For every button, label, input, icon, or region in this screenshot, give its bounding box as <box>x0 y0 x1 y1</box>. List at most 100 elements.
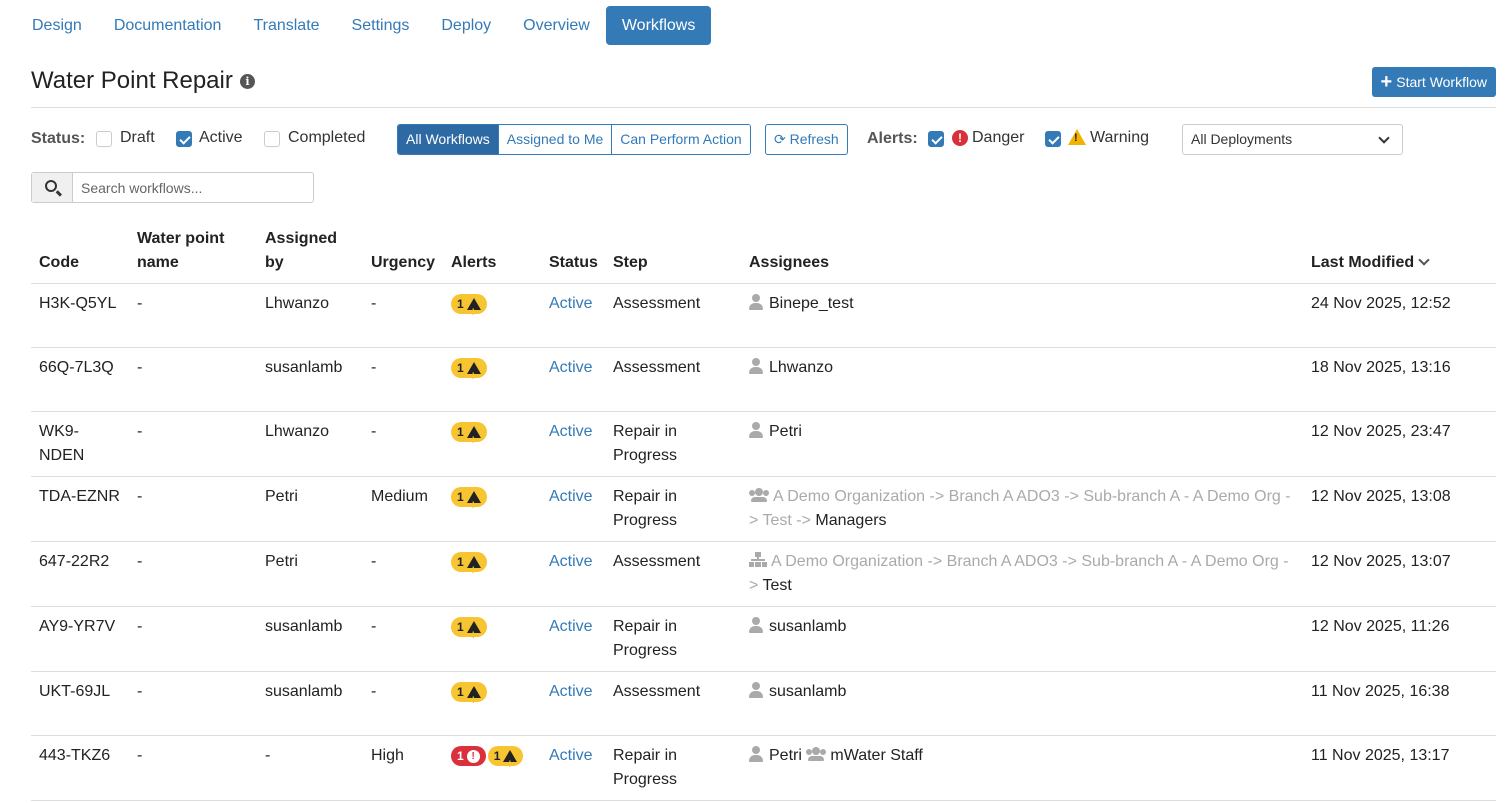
draft-label[interactable]: Draft <box>120 129 155 147</box>
tab-design[interactable]: Design <box>16 6 98 45</box>
urgency-cell: - <box>363 411 443 477</box>
col-step[interactable]: Step <box>605 222 741 284</box>
deployment-select[interactable]: All Deployments <box>1182 124 1403 155</box>
search-icon <box>45 180 57 192</box>
assignee-name: Test <box>762 577 792 594</box>
warning-count: 1 <box>493 749 501 763</box>
assignees-cell: A Demo Organization -> Branch A ADO3 -> … <box>741 476 1303 542</box>
search-box <box>31 172 314 203</box>
danger-checkbox[interactable] <box>928 131 944 147</box>
col-alerts[interactable]: Alerts <box>443 222 541 284</box>
warning-badge[interactable]: 1 <box>451 422 487 452</box>
status-link[interactable]: Active <box>549 618 593 635</box>
tab-workflows[interactable]: Workflows <box>605 6 712 45</box>
col-assigned-by[interactable]: Assigned by <box>257 222 363 284</box>
tab-translate[interactable]: Translate <box>237 6 335 45</box>
table-row[interactable]: UKT-69JL - susanlamb - 1 Active Assessme… <box>31 671 1496 736</box>
assignees-cell: susanlamb <box>741 606 1303 672</box>
assigned-by-cell: susanlamb <box>257 606 363 672</box>
status-link[interactable]: Active <box>549 747 593 764</box>
warning-badge[interactable]: 1 <box>451 617 487 647</box>
danger-badge[interactable]: 1! <box>451 746 486 766</box>
table-row[interactable]: 647-22R2 - Petri - 1 Active Assessment A… <box>31 541 1496 607</box>
col-status[interactable]: Status <box>541 222 605 284</box>
urgency-cell: Medium <box>363 476 443 542</box>
assigned-to-me-button[interactable]: Assigned to Me <box>497 125 612 154</box>
name-cell: - <box>129 476 257 542</box>
status-cell: Active <box>541 671 605 736</box>
alerts-cell: 1 <box>443 671 541 736</box>
step-cell: Repair in Progress <box>605 606 741 672</box>
table-row[interactable]: 66Q-7L3Q - susanlamb - 1 Active Assessme… <box>31 347 1496 412</box>
assignees-cell: Petri mWater Staff <box>741 735 1303 801</box>
status-link[interactable]: Active <box>549 359 593 376</box>
tab-overview[interactable]: Overview <box>507 6 606 45</box>
table-row[interactable]: 443-TKZ6 - - High 1!1 Active Repair in P… <box>31 735 1496 801</box>
code-cell: TDA-EZNR <box>31 476 129 542</box>
info-icon[interactable]: i <box>240 74 255 89</box>
col-code[interactable]: Code <box>31 222 129 284</box>
code-cell: AY9-YR7V <box>31 606 129 672</box>
col-urgency[interactable]: Urgency <box>363 222 443 284</box>
status-link[interactable]: Active <box>549 683 593 700</box>
all-workflows-button[interactable]: All Workflows <box>398 125 498 154</box>
warning-badge[interactable]: 1 <box>451 552 487 582</box>
search-addon <box>32 173 73 202</box>
danger-icon: ! <box>952 130 968 146</box>
col-water-point-name[interactable]: Water point name <box>129 222 257 284</box>
completed-label[interactable]: Completed <box>288 129 365 147</box>
user-icon <box>749 746 763 762</box>
step-cell: Assessment <box>605 541 741 607</box>
modified-cell: 11 Nov 2025, 13:17 <box>1303 735 1496 801</box>
status-link[interactable]: Active <box>549 295 593 312</box>
step-cell: Repair in Progress <box>605 735 741 801</box>
status-cell: Active <box>541 411 605 477</box>
can-perform-action-button[interactable]: Can Perform Action <box>611 125 750 154</box>
assignee-group-name: mWater Staff <box>830 747 923 764</box>
tab-documentation[interactable]: Documentation <box>98 6 238 45</box>
code-cell: 66Q-7L3Q <box>31 347 129 412</box>
start-workflow-button[interactable]: + Start Workflow <box>1371 67 1496 97</box>
refresh-button[interactable]: ⟳ Refresh <box>765 124 848 155</box>
filters-bar: Status: Draft Active Completed All Workf… <box>31 124 1511 155</box>
warning-badge[interactable]: 1 <box>451 682 487 712</box>
col-assignees[interactable]: Assignees <box>741 222 1303 284</box>
warning-checkbox[interactable] <box>1045 131 1061 147</box>
group-icon <box>749 488 769 502</box>
warning-badge[interactable]: 1 <box>487 746 524 776</box>
danger-label[interactable]: Danger <box>972 129 1024 147</box>
deployment-value: All Deployments <box>1191 131 1293 147</box>
step-cell: Repair in Progress <box>605 476 741 542</box>
assigned-by-cell: susanlamb <box>257 671 363 736</box>
status-link[interactable]: Active <box>549 423 593 440</box>
urgency-cell: - <box>363 671 443 736</box>
step-cell: Assessment <box>605 347 741 412</box>
user-icon <box>749 682 763 698</box>
completed-checkbox[interactable] <box>264 131 280 147</box>
search-input[interactable] <box>74 173 312 202</box>
warning-label[interactable]: Warning <box>1090 129 1149 147</box>
warning-badge[interactable]: 1 <box>451 487 487 517</box>
alerts-cell: 1 <box>443 283 541 348</box>
warning-badge[interactable]: 1 <box>451 294 487 324</box>
draft-checkbox[interactable] <box>96 131 112 147</box>
warning-count: 1 <box>457 555 464 569</box>
status-link[interactable]: Active <box>549 553 593 570</box>
tab-deploy[interactable]: Deploy <box>425 6 507 45</box>
warning-count: 1 <box>457 490 464 504</box>
active-label[interactable]: Active <box>199 129 243 147</box>
table-header-row: Code Water point name Assigned by Urgenc… <box>31 222 1496 284</box>
col-last-modified[interactable]: Last Modified <box>1303 222 1496 284</box>
warning-badge[interactable]: 1 <box>451 358 487 388</box>
active-checkbox[interactable] <box>176 131 192 147</box>
status-cell: Active <box>541 606 605 672</box>
table-row[interactable]: H3K-Q5YL - Lhwanzo - 1 Active Assessment… <box>31 283 1496 348</box>
status-link[interactable]: Active <box>549 488 593 505</box>
sort-desc-icon[interactable] <box>1418 254 1430 266</box>
tab-settings[interactable]: Settings <box>336 6 426 45</box>
table-row[interactable]: TDA-EZNR - Petri Medium 1 Active Repair … <box>31 476 1496 542</box>
warning-icon: ! <box>1068 129 1086 145</box>
table-row[interactable]: WK9-NDEN - Lhwanzo - 1 Active Repair in … <box>31 411 1496 477</box>
alerts-cell: 1 <box>443 347 541 412</box>
table-row[interactable]: AY9-YR7V - susanlamb - 1 Active Repair i… <box>31 606 1496 672</box>
